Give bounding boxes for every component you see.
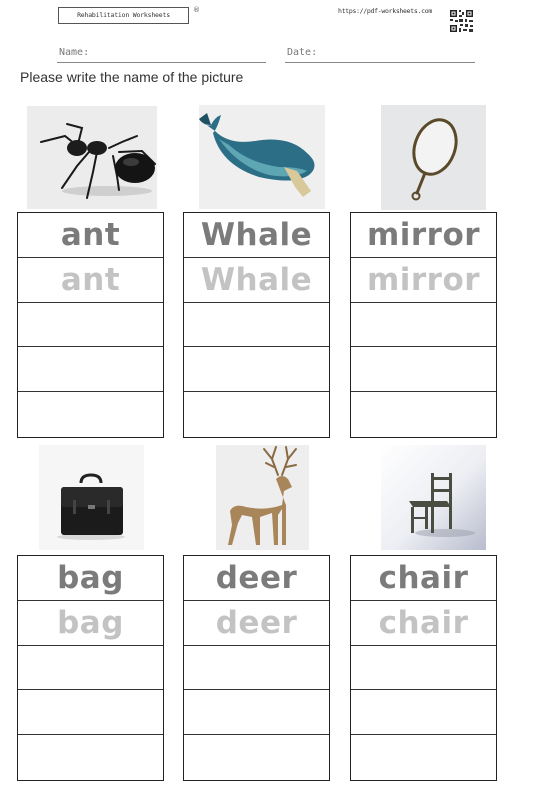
writing-row[interactable] bbox=[351, 392, 496, 437]
writing-row[interactable] bbox=[18, 347, 163, 393]
writing-row[interactable] bbox=[351, 303, 496, 348]
qr-code-icon bbox=[449, 9, 474, 33]
word-table-mirror: mirror mirror bbox=[350, 212, 497, 438]
name-label: Name: bbox=[59, 47, 90, 58]
writing-row[interactable] bbox=[184, 690, 329, 736]
model-word: deer bbox=[184, 556, 329, 601]
model-word: bag bbox=[18, 556, 163, 601]
worksheet-title-box: Rehabilitation Worksheets bbox=[58, 7, 189, 24]
trace-word: bag bbox=[18, 601, 163, 646]
word-table-chair: chair chair bbox=[350, 555, 497, 781]
writing-row[interactable] bbox=[18, 392, 163, 437]
writing-row[interactable] bbox=[351, 347, 496, 393]
registered-mark: ® bbox=[193, 6, 200, 14]
bag-picture bbox=[39, 445, 144, 550]
date-input-line[interactable] bbox=[285, 62, 475, 63]
whale-picture bbox=[199, 105, 325, 209]
mirror-picture bbox=[381, 105, 486, 210]
date-label: Date: bbox=[287, 47, 318, 58]
deer-picture bbox=[216, 445, 309, 550]
trace-word: ant bbox=[18, 258, 163, 303]
instruction-text: Please write the name of the picture bbox=[20, 69, 244, 85]
model-word: chair bbox=[351, 556, 496, 601]
word-table-whale: Whale Whale bbox=[183, 212, 330, 438]
trace-word: mirror bbox=[351, 258, 496, 303]
model-word: ant bbox=[18, 213, 163, 258]
writing-row[interactable] bbox=[351, 735, 496, 780]
writing-row[interactable] bbox=[18, 735, 163, 780]
writing-row[interactable] bbox=[184, 392, 329, 437]
writing-row[interactable] bbox=[18, 303, 163, 348]
writing-row[interactable] bbox=[184, 303, 329, 348]
writing-row[interactable] bbox=[184, 347, 329, 393]
model-word: mirror bbox=[351, 213, 496, 258]
writing-row[interactable] bbox=[351, 690, 496, 736]
chair-picture bbox=[381, 445, 486, 550]
writing-row[interactable] bbox=[351, 646, 496, 691]
word-table-deer: deer deer bbox=[183, 555, 330, 781]
writing-row[interactable] bbox=[18, 690, 163, 736]
ant-picture bbox=[27, 106, 157, 209]
trace-word: chair bbox=[351, 601, 496, 646]
site-url[interactable]: https://pdf-worksheets.com bbox=[338, 7, 432, 15]
word-table-bag: bag bag bbox=[17, 555, 164, 781]
trace-word: deer bbox=[184, 601, 329, 646]
word-table-ant: ant ant bbox=[17, 212, 164, 438]
trace-word: Whale bbox=[184, 258, 329, 303]
writing-row[interactable] bbox=[184, 646, 329, 691]
name-input-line[interactable] bbox=[57, 62, 266, 63]
writing-row[interactable] bbox=[184, 735, 329, 780]
writing-row[interactable] bbox=[18, 646, 163, 691]
model-word: Whale bbox=[184, 213, 329, 258]
